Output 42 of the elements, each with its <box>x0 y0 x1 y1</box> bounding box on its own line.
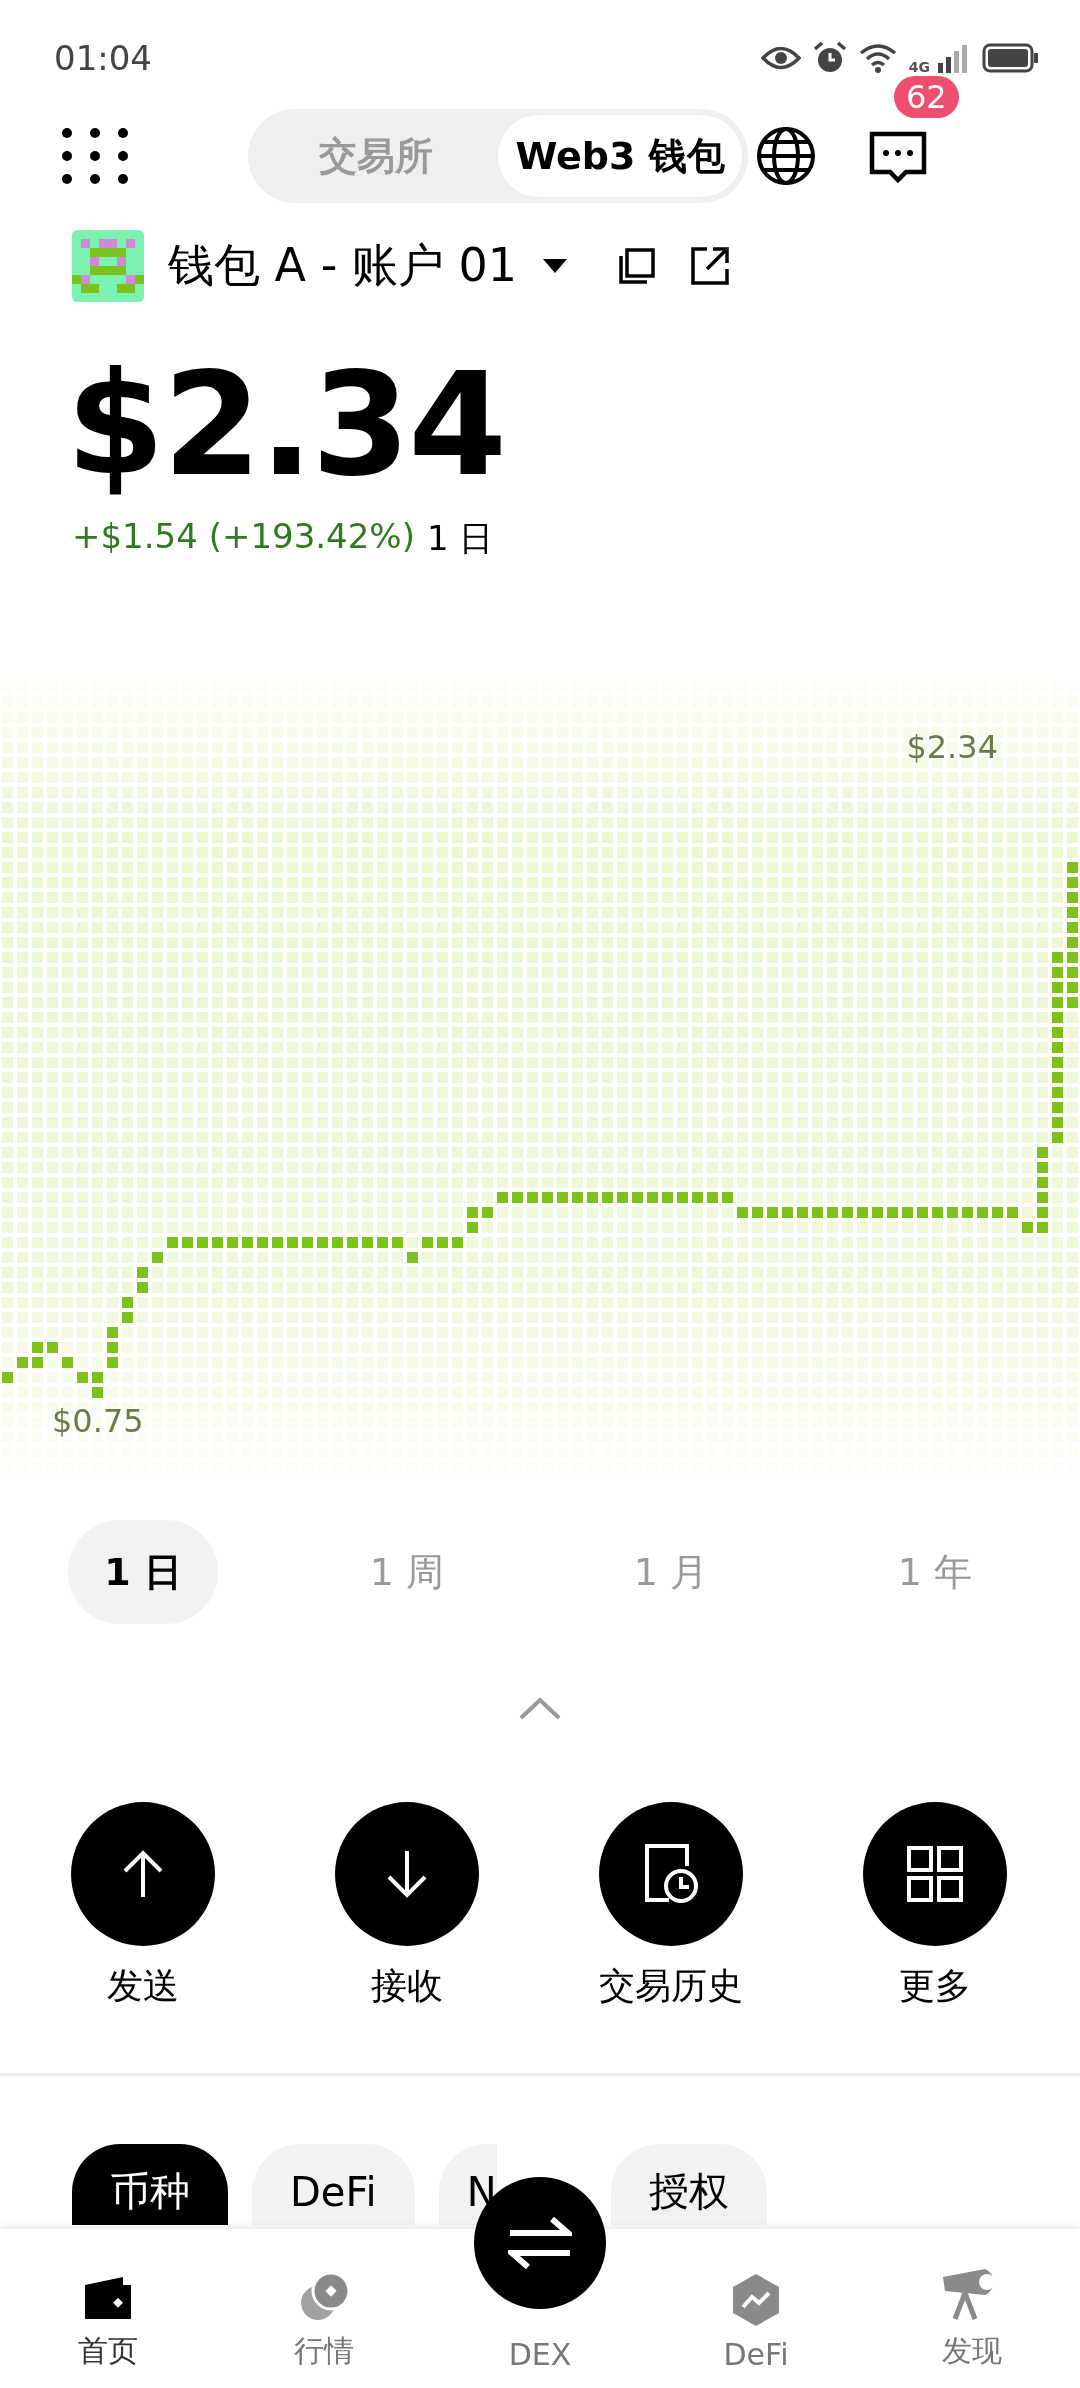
external-link-icon[interactable] <box>691 247 730 285</box>
action-label: 发送 <box>107 1964 179 2008</box>
nav-item[interactable]: 首页 <box>0 2229 216 2388</box>
nav-item[interactable]: DeFi <box>648 2229 864 2388</box>
asset-tab[interactable]: 币种 <box>72 2144 228 2225</box>
mode-tab[interactable]: Web3 钱包 <box>498 115 742 197</box>
hexagon-chart-icon <box>731 2273 781 2327</box>
avatar-icon <box>72 230 144 302</box>
min-price-label: $0.75 <box>52 1402 144 1440</box>
alarm-icon <box>812 41 847 75</box>
action-label: 接收 <box>371 1964 443 2008</box>
change-period: 1 日 <box>426 517 494 560</box>
unread-badge: 62 <box>894 76 959 118</box>
wallet-icon <box>83 2275 133 2321</box>
arrow-up-icon <box>121 1849 165 1899</box>
eye-icon <box>760 45 801 71</box>
period-tab[interactable]: 1 日 <box>68 1520 218 1624</box>
coins-icon <box>298 2271 350 2321</box>
network-type: 4G <box>908 59 930 75</box>
max-price-label: $2.34 <box>906 728 998 766</box>
wifi-icon <box>858 43 897 73</box>
status-time: 01:04 <box>54 38 152 78</box>
battery-icon <box>982 43 1040 73</box>
asset-tab[interactable]: DeFi <box>252 2144 415 2225</box>
asset-tab[interactable]: 授权 <box>610 2144 767 2225</box>
menu-icon[interactable] <box>62 128 128 184</box>
action-label: 交易历史 <box>599 1964 743 2008</box>
grid-icon <box>907 1846 963 1902</box>
balance-change: +$1.54 (+193.42%) <box>72 516 415 558</box>
nav-item[interactable]: DEX <box>508 2337 572 2388</box>
document-clock-icon <box>643 1844 699 1904</box>
balance-amount: $2.34 <box>65 341 507 496</box>
chevron-up-icon[interactable] <box>519 1696 561 1720</box>
caret-icon[interactable] <box>543 259 568 273</box>
nav-item[interactable]: 行情 <box>216 2229 432 2388</box>
swap-arrows-icon <box>508 2217 572 2269</box>
account-name[interactable]: 钱包 A - 账户 01 <box>168 235 518 297</box>
globe-icon[interactable] <box>756 126 816 186</box>
action-label: 更多 <box>899 1964 971 2008</box>
copy-icon[interactable] <box>619 248 656 284</box>
arrow-down-icon <box>385 1849 429 1899</box>
nav-item[interactable]: 发现 <box>864 2229 1080 2388</box>
